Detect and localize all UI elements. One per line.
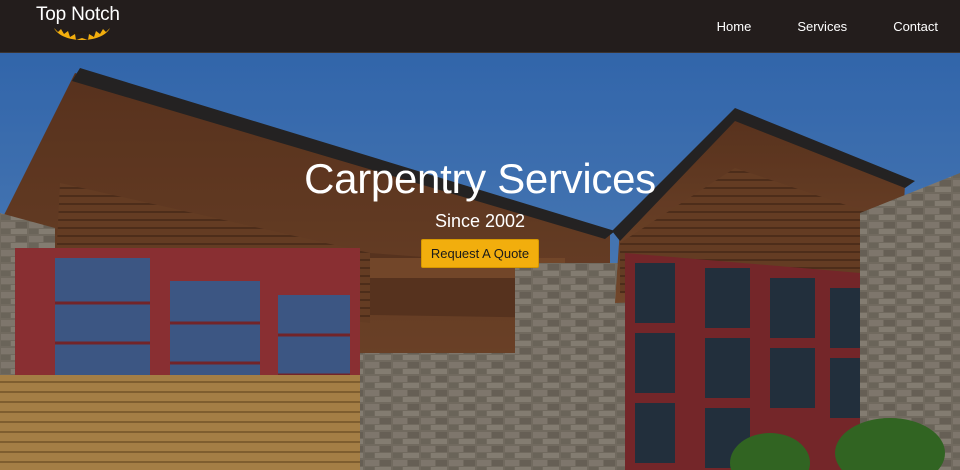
hero-section: Carpentry Services Since 2002 Request A … <box>0 53 960 470</box>
top-navbar: Top Notch Since 2002 Home Services Conta… <box>0 0 960 53</box>
request-quote-button[interactable]: Request A Quote <box>420 239 540 268</box>
brand-logo[interactable]: Top Notch Since 2002 <box>36 4 128 48</box>
hero-content: Carpentry Services Since 2002 Request A … <box>0 153 960 268</box>
nav-services-link[interactable]: Services <box>797 19 847 34</box>
nav-home-link[interactable]: Home <box>717 19 752 34</box>
brand-tagline: Since 2002 <box>71 30 92 35</box>
main-nav: Home Services Contact <box>671 0 938 53</box>
nav-contact-link[interactable]: Contact <box>893 19 938 34</box>
hero-subtitle: Since 2002 <box>434 211 526 231</box>
hero-title: Carpentry Services <box>304 155 656 202</box>
brand-name: Top Notch <box>36 4 120 25</box>
